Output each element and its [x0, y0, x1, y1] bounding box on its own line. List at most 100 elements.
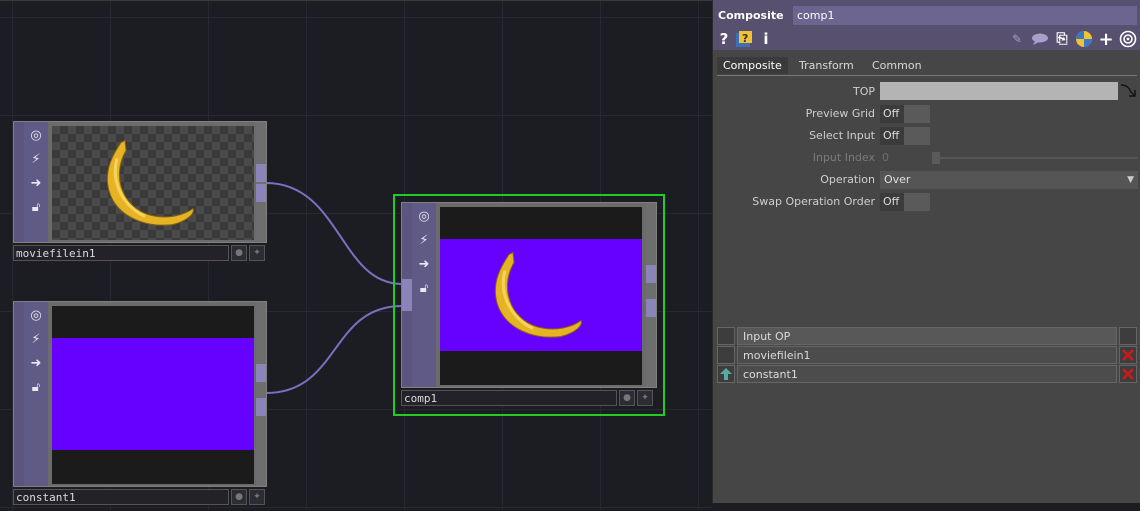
dropdown-value: Over — [884, 173, 911, 186]
add-icon[interactable]: + — [1097, 29, 1115, 50]
toggle-value: Off — [880, 105, 904, 123]
export-arrow-icon[interactable]: ➜ — [26, 173, 46, 193]
svg-text:?: ? — [742, 32, 748, 45]
slider-value: 0 — [882, 151, 889, 164]
param-select-input-row: Select Input Off — [713, 126, 1140, 146]
constant-color-fill — [52, 338, 254, 450]
output-connector[interactable] — [256, 184, 266, 202]
export-arrow-icon[interactable]: ➜ — [414, 254, 434, 274]
node-name-label[interactable]: constant1 — [13, 489, 229, 505]
cook-icon[interactable]: ⚡ — [26, 329, 46, 349]
parameter-panel: Composite comp1 ? ? i ✎ ⎘ + Composite Tr… — [712, 0, 1140, 503]
column-header: Input OP — [737, 327, 1117, 345]
node-viewer[interactable] — [52, 306, 254, 484]
top-path-field[interactable] — [880, 82, 1118, 100]
lock-icon[interactable]: 🔓︎ — [414, 278, 434, 298]
param-label: Input Index — [812, 151, 875, 164]
param-input-index-row: Input Index 0 — [713, 148, 1140, 168]
param-operation-row: Operation Over ▼ — [713, 170, 1140, 190]
viewer-toggle-icon[interactable]: ◎ — [26, 125, 46, 145]
node-button-column: ◎ ⚡ ➜ 🔓︎ — [24, 122, 48, 242]
help-python-icon[interactable]: ? — [735, 29, 753, 49]
node-picker-icon[interactable] — [1119, 82, 1139, 102]
network-editor[interactable]: ◎ ⚡ ➜ 🔓︎ moviefilein1 ● ✦ ◎ ⚡ ➜ 🔓︎ const… — [0, 0, 712, 510]
bypass-flag-icon[interactable]: ● — [231, 489, 247, 505]
node-name-label[interactable]: moviefilein1 — [13, 245, 229, 261]
clone-icon[interactable]: ⎘ — [1053, 29, 1071, 49]
wire-moviefilein1-to-comp1 — [265, 182, 403, 285]
toggle-value: Off — [880, 127, 904, 145]
lock-icon[interactable]: 🔓︎ — [26, 197, 46, 217]
operation-dropdown[interactable]: Over ▼ — [880, 171, 1138, 189]
node-name-label[interactable]: comp1 — [401, 390, 617, 406]
operator-type-label: Composite — [718, 9, 784, 22]
node-button-column: ◎ ⚡ ➜ 🔓︎ — [24, 302, 48, 486]
swap-order-toggle[interactable]: Off — [880, 193, 930, 211]
cook-icon[interactable]: ⚡ — [414, 230, 434, 250]
output-strip — [646, 203, 656, 387]
delete-icon[interactable] — [1119, 346, 1137, 364]
viewer-icon[interactable] — [1119, 29, 1137, 49]
output-connector[interactable] — [646, 265, 656, 283]
delete-icon[interactable] — [1119, 365, 1137, 383]
param-label: Operation — [820, 173, 875, 186]
output-connector[interactable] — [646, 299, 656, 317]
tab-common[interactable]: Common — [866, 57, 928, 74]
viewer-toggle-icon[interactable]: ◎ — [26, 305, 46, 325]
output-strip — [256, 302, 266, 486]
select-input-toggle[interactable]: Off — [880, 127, 930, 145]
comment-icon[interactable] — [1031, 29, 1049, 49]
node-viewer[interactable] — [52, 126, 254, 240]
table-row[interactable]: constant1 — [717, 365, 1137, 384]
input-index-slider[interactable]: 0 — [880, 149, 1138, 167]
slider-track[interactable] — [940, 157, 1138, 159]
lock-icon[interactable]: 🔓︎ — [26, 377, 46, 397]
toggle-switch[interactable] — [904, 127, 930, 145]
node-frame[interactable]: ◎ ⚡ ➜ 🔓︎ — [13, 301, 267, 487]
viewer-toggle-icon[interactable]: ◎ — [414, 206, 434, 226]
bypass-flag-icon[interactable]: ● — [619, 390, 635, 406]
input-op-cell[interactable]: constant1 — [737, 365, 1117, 383]
output-connector[interactable] — [256, 398, 266, 416]
edit-icon[interactable]: ✎ — [1009, 29, 1025, 49]
output-strip — [256, 122, 266, 242]
cook-icon[interactable]: ⚡ — [26, 149, 46, 169]
table-cell — [717, 346, 735, 364]
display-flag-icon[interactable]: ✦ — [249, 245, 265, 261]
move-up-icon[interactable] — [717, 365, 735, 383]
help-icon[interactable]: ? — [717, 29, 731, 49]
input-strip — [402, 203, 412, 387]
input-strip — [14, 122, 24, 242]
param-label: Select Input — [809, 129, 875, 142]
param-label: TOP — [852, 85, 875, 98]
tab-transform[interactable]: Transform — [793, 57, 860, 74]
param-label: Swap Operation Order — [752, 195, 875, 208]
tab-composite[interactable]: Composite — [717, 57, 788, 74]
toggle-switch[interactable] — [904, 105, 930, 123]
info-icon[interactable]: i — [761, 29, 771, 49]
param-label: Preview Grid — [805, 107, 875, 120]
table-row[interactable]: moviefilein1 — [717, 346, 1137, 365]
wire-constant1-to-comp1 — [265, 305, 403, 394]
export-arrow-icon[interactable]: ➜ — [26, 353, 46, 373]
input-connector[interactable] — [402, 279, 412, 311]
output-connector[interactable] — [256, 164, 266, 182]
panel-icon-row: ? ? i ✎ ⎘ + — [713, 29, 1140, 50]
table-cell — [717, 327, 735, 345]
python-icon[interactable] — [1075, 29, 1093, 49]
node-viewer[interactable] — [440, 207, 642, 385]
display-flag-icon[interactable]: ✦ — [637, 390, 653, 406]
node-frame[interactable]: ◎ ⚡ ➜ 🔓︎ — [401, 202, 657, 388]
toggle-switch[interactable] — [904, 193, 930, 211]
node-frame[interactable]: ◎ ⚡ ➜ 🔓︎ — [13, 121, 267, 243]
input-op-cell[interactable]: moviefilein1 — [737, 346, 1117, 364]
display-flag-icon[interactable]: ✦ — [249, 489, 265, 505]
parameter-tabs: Composite Transform Common — [717, 55, 1137, 76]
preview-grid-toggle[interactable]: Off — [880, 105, 930, 123]
operator-name-field[interactable]: comp1 — [793, 6, 1137, 25]
bypass-flag-icon[interactable]: ● — [231, 245, 247, 261]
param-top-row: TOP — [713, 82, 1140, 102]
slider-knob[interactable] — [932, 152, 940, 164]
output-connector[interactable] — [256, 364, 266, 382]
banana-image — [491, 249, 591, 342]
